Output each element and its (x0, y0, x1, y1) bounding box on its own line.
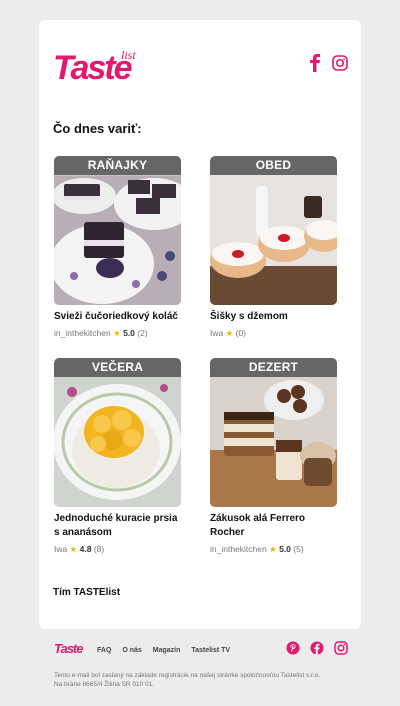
star-icon: ★ (225, 328, 234, 338)
tastelist-logo[interactable]: Taste list (53, 48, 149, 88)
recipe-rating: 5.0 (123, 328, 135, 338)
category-label: DEZERT (210, 358, 337, 377)
pinterest-icon[interactable] (286, 641, 300, 655)
recipe-photo[interactable]: RAŇAJKY (54, 156, 181, 305)
category-label: OBED (210, 156, 337, 175)
facebook-icon[interactable] (310, 641, 324, 655)
recipe-meta: Iwa ★ 4.8 (8) (54, 543, 181, 555)
recipe-author: Iwa (210, 328, 224, 338)
recipe-rating: 5.0 (279, 544, 291, 554)
signature: Tím TASTElist (53, 587, 121, 598)
recipe-card[interactable]: RAŇAJKY Svieži čučoriedkový koláč in_int… (54, 156, 181, 339)
recipe-meta: Iwa ★ (0) (210, 327, 337, 339)
footer-links: FAQ O nás Magazín Tastelist TV (97, 647, 239, 654)
recipe-author: Iwa (54, 544, 68, 554)
email-card: Taste list Čo dnes variť: RAŇAJKY Svieži… (39, 20, 361, 629)
rating-count: (0) (235, 328, 246, 338)
section-heading: Čo dnes variť: (53, 121, 142, 136)
recipe-title[interactable]: Jednoduché kuracie prsia s ananásom (54, 512, 181, 540)
category-label: RAŇAJKY (54, 156, 181, 175)
rating-count: (8) (93, 544, 105, 554)
recipe-card[interactable]: DEZERT Zákusok alá Ferrero Rocher in_int… (210, 358, 337, 555)
recipe-photo[interactable]: OBED (210, 156, 337, 305)
recipe-card[interactable]: VEČERA Jednoduché kuracie prsia s ananás… (54, 358, 181, 555)
star-icon: ★ (69, 544, 78, 554)
recipe-title[interactable]: Svieži čučoriedkový koláč (54, 310, 181, 324)
star-icon: ★ (269, 544, 277, 554)
recipe-author: in_inthekitchen (210, 544, 267, 554)
donuts-image (210, 156, 337, 305)
recipe-photo[interactable]: VEČERA (54, 358, 181, 507)
rating-count: (2) (137, 328, 148, 338)
chicken-pineapple-image (54, 358, 181, 507)
footer-link-about[interactable]: O nás (122, 647, 141, 654)
recipe-meta: in_inthekitchen ★ 5.0 (5) (210, 543, 337, 555)
blueberry-cake-image (54, 156, 181, 305)
facebook-icon[interactable] (309, 54, 321, 72)
recipe-title[interactable]: Zákusok alá Ferrero Rocher (210, 512, 337, 540)
instagram-icon[interactable] (332, 54, 348, 72)
footer-link-tv[interactable]: Tastelist TV (191, 647, 230, 654)
logo-main: Taste (53, 49, 133, 87)
instagram-icon[interactable] (334, 641, 348, 655)
recipe-meta: in_inthekitchen ★ 5.0 (2) (54, 327, 181, 339)
star-icon: ★ (113, 328, 121, 338)
ferrero-dessert-image (210, 358, 337, 507)
recipe-author: in_inthekitchen (54, 328, 111, 338)
category-label: VEČERA (54, 358, 181, 377)
recipe-card[interactable]: OBED Šišky s džemom Iwa ★ (0) (210, 156, 337, 339)
footer-logo[interactable]: Taste (54, 641, 84, 656)
rating-count: (5) (293, 544, 304, 554)
recipe-photo[interactable]: DEZERT (210, 358, 337, 507)
footer-link-faq[interactable]: FAQ (97, 647, 111, 654)
footer-disclaimer: Tento e-mail bol zaslaný na základe regi… (54, 672, 321, 688)
recipe-rating: 4.8 (79, 544, 92, 554)
recipe-title[interactable]: Šišky s džemom (210, 310, 337, 324)
logo-sub: list (121, 48, 136, 62)
footer-link-magazine[interactable]: Magazín (153, 647, 181, 654)
